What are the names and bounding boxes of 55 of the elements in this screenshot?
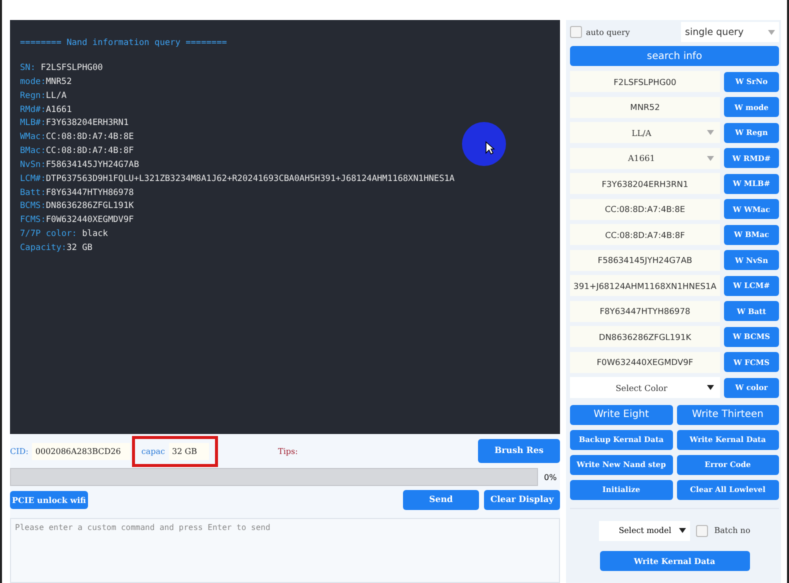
- dropdown-caret-icon: [707, 130, 714, 136]
- auto-query-label: auto query: [586, 28, 630, 36]
- value-field[interactable]: CC:08:8D:A7:4B:8E: [570, 198, 720, 220]
- value-select[interactable]: A1661: [570, 148, 720, 169]
- log-line: BMac:CC:08:8D:A7:4B:8F: [20, 145, 135, 158]
- log-line: NvSn:F58634145JYH24G7AB: [20, 158, 140, 172]
- write-kernal-data-button[interactable]: Write Kernal Data: [600, 550, 750, 570]
- value-field[interactable]: MNR52: [570, 96, 720, 118]
- brush-res-button[interactable]: Brush Res: [478, 439, 560, 463]
- log-line: Batt:F8Y63447HTYH86978: [20, 186, 135, 200]
- dropdown-caret-icon: [768, 30, 775, 34]
- log-line: 7/7P color: black: [20, 228, 109, 242]
- value-field[interactable]: F8Y63447HTYH86978: [570, 300, 720, 322]
- color-select[interactable]: Select Color: [570, 377, 720, 398]
- progress-reading: 0%: [544, 472, 558, 482]
- dropdown-caret-icon: [707, 385, 714, 390]
- log-line: BCMS:DN8636286ZFGL191K: [20, 200, 135, 214]
- log-line: RMd#:A1661: [20, 104, 73, 117]
- send-button[interactable]: Send: [403, 490, 479, 510]
- value-field[interactable]: 391+J68124AHM1168XN1HNES1A: [570, 275, 720, 296]
- log-line: LCM#:DTP637563D9H1FQLU+L321ZB3234M8A1J62+R20241693CBA0AH5H391+J68124AHM1168XN1HNES1A: [20, 172, 456, 186]
- log-line: Capacity:32 GB: [20, 242, 94, 255]
- ecid-field[interactable]: 0002086A283BCD26: [32, 442, 130, 460]
- dropdown-caret-icon: [707, 156, 714, 161]
- capac-field[interactable]: 32 GB: [169, 442, 210, 460]
- log-line: mode:MNR52: [20, 76, 73, 89]
- value-field[interactable]: F58634145JYH24G7AB: [570, 250, 720, 271]
- tips-label: Tips:: [278, 446, 298, 456]
- value-field[interactable]: F2LSFSLPHG00: [570, 71, 720, 92]
- dropdown-caret-icon: [679, 528, 686, 533]
- operation-button[interactable]: Write Thirteen: [676, 404, 779, 424]
- auto-query-checkbox[interactable]: [570, 26, 582, 38]
- batch-checkbox[interactable]: [696, 524, 708, 536]
- command-input[interactable]: Please enter a custom command and press Enter to send: [10, 518, 560, 583]
- log-line: MLB#:F3Y638204ERH3RN1: [20, 117, 130, 130]
- value-select[interactable]: LL/A: [570, 122, 720, 144]
- log-line: FCMS:F0W632440XEGMDV9F: [20, 214, 135, 228]
- unlock-wifi-button[interactable]: PCIE unlock wifi: [10, 491, 88, 509]
- value-field[interactable]: F3Y638204ERH3RN1: [570, 173, 720, 194]
- log-line: Regn:LL/A: [20, 90, 68, 103]
- model-select[interactable]: Select model: [598, 520, 690, 540]
- operation-button[interactable]: Write Eight: [570, 404, 672, 424]
- value-field[interactable]: CC:08:8D:A7:4B:8F: [570, 224, 720, 246]
- batch-label: Batch no: [714, 526, 750, 535]
- capac-label: capac: [141, 446, 166, 456]
- log-line: SN: F2LSFSLPHG00: [20, 62, 104, 75]
- clear-display-button[interactable]: Clear Display: [484, 490, 560, 510]
- log-header: ======== Nand information query ========: [20, 38, 228, 48]
- log-line: WMac:CC:08:8D:A7:4B:8E: [20, 131, 135, 144]
- query-mode-select[interactable]: single query: [681, 22, 779, 42]
- search-info-button[interactable]: search info: [570, 46, 779, 66]
- value-field[interactable]: F0W632440XEGMDV9F: [570, 352, 720, 373]
- ecid-label: CID:: [10, 446, 28, 456]
- cursor-highlight-icon: [462, 122, 506, 166]
- value-field[interactable]: DN8636286ZFGL191K: [570, 326, 720, 348]
